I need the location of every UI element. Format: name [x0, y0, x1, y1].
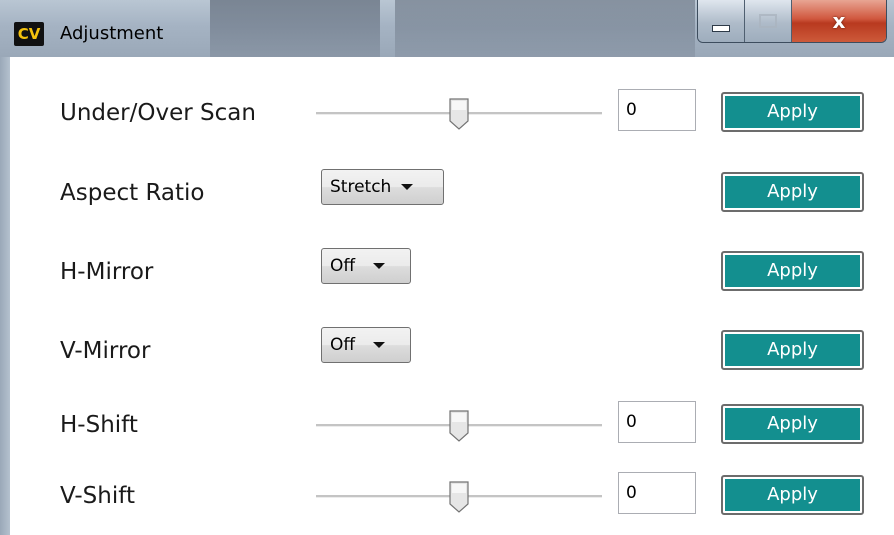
minimize-icon — [712, 24, 730, 32]
adjustment-panel: Under/Over Scan 0 Apply Aspect Ratio Str… — [10, 57, 894, 535]
slider-thumb[interactable] — [449, 98, 469, 130]
close-icon: x — [832, 9, 846, 33]
v-shift-value-input[interactable]: 0 — [618, 472, 696, 514]
setting-row-v-mirror: V-Mirror Off Apply — [10, 321, 894, 381]
maximize-button[interactable] — [745, 0, 792, 42]
apply-button-label: Apply — [725, 96, 860, 128]
apply-button-label: Apply — [725, 408, 860, 440]
setting-row-v-shift: V-Shift 0 Apply — [10, 466, 894, 526]
setting-label: V-Shift — [60, 483, 135, 509]
chevron-down-icon — [373, 342, 386, 348]
title-bar-shade — [395, 0, 695, 57]
aspect-ratio-apply-button[interactable]: Apply — [721, 172, 864, 212]
apply-button-label: Apply — [725, 479, 860, 511]
slider-thumb[interactable] — [449, 481, 469, 513]
setting-label: H-Mirror — [60, 259, 154, 285]
h-shift-slider[interactable] — [316, 395, 602, 455]
apply-button-label: Apply — [725, 255, 860, 287]
under-over-scan-value-input[interactable]: 0 — [618, 89, 696, 131]
v-mirror-dropdown[interactable]: Off — [321, 327, 411, 363]
h-mirror-apply-button[interactable]: Apply — [721, 251, 864, 291]
maximize-icon — [759, 14, 777, 28]
setting-label: H-Shift — [60, 412, 138, 438]
h-shift-apply-button[interactable]: Apply — [721, 404, 864, 444]
h-mirror-dropdown[interactable]: Off — [321, 248, 411, 284]
title-bar[interactable]: CV Adjustment x — [0, 0, 894, 57]
dropdown-selected-value: Off — [330, 255, 356, 276]
slider-thumb[interactable] — [449, 410, 469, 442]
setting-label: V-Mirror — [60, 338, 151, 364]
h-shift-value-input[interactable]: 0 — [618, 401, 696, 443]
aspect-ratio-dropdown[interactable]: Stretch — [321, 169, 444, 205]
setting-row-h-shift: H-Shift 0 Apply — [10, 395, 894, 455]
minimize-button[interactable] — [698, 0, 745, 42]
setting-row-under-over-scan: Under/Over Scan 0 Apply — [10, 83, 894, 143]
under-over-scan-slider[interactable] — [316, 83, 602, 143]
dropdown-selected-value: Off — [330, 334, 356, 355]
v-shift-slider[interactable] — [316, 466, 602, 526]
close-button[interactable]: x — [792, 0, 886, 42]
window-title: Adjustment — [60, 23, 164, 44]
title-bar-shade — [210, 0, 380, 57]
chevron-down-icon — [373, 263, 386, 269]
dropdown-selected-value: Stretch — [330, 176, 392, 197]
apply-button-label: Apply — [725, 334, 860, 366]
cv-logo-icon: CV — [14, 22, 44, 46]
chevron-down-icon — [401, 184, 414, 190]
setting-label: Aspect Ratio — [60, 180, 205, 206]
setting-row-h-mirror: H-Mirror Off Apply — [10, 242, 894, 302]
under-over-scan-apply-button[interactable]: Apply — [721, 92, 864, 132]
setting-row-aspect-ratio: Aspect Ratio Stretch Apply — [10, 163, 894, 223]
setting-label: Under/Over Scan — [60, 100, 256, 126]
v-mirror-apply-button[interactable]: Apply — [721, 330, 864, 370]
v-shift-apply-button[interactable]: Apply — [721, 475, 864, 515]
window-caption-buttons: x — [697, 0, 887, 43]
apply-button-label: Apply — [725, 176, 860, 208]
window-frame-left — [0, 57, 10, 535]
